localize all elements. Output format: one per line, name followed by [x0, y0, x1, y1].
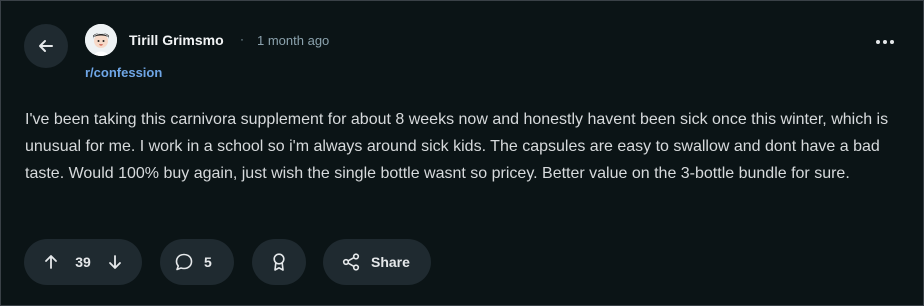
meta-separator: · — [240, 32, 244, 46]
speech-bubble-icon — [174, 252, 194, 272]
share-icon — [341, 252, 361, 272]
arrow-down-icon[interactable] — [106, 253, 124, 271]
arrow-left-icon — [37, 37, 55, 55]
more-options-button[interactable] — [867, 28, 903, 56]
share-button[interactable]: Share — [323, 239, 431, 285]
arrow-up-icon[interactable] — [42, 253, 60, 271]
avatar[interactable] — [85, 24, 117, 56]
post-body: I've been taking this carnivora suppleme… — [25, 111, 889, 182]
avatar-image — [85, 24, 117, 56]
comment-count: 5 — [204, 254, 212, 270]
award-ribbon-icon — [270, 252, 288, 272]
award-button[interactable] — [252, 239, 306, 285]
author-name[interactable]: Tirill Grimsmo — [129, 32, 224, 48]
post-frame: Tirill Grimsmo · 1 month ago r/confessio… — [0, 0, 924, 306]
subreddit-link[interactable]: r/confession — [85, 65, 162, 80]
vote-count: 39 — [75, 254, 91, 270]
comments-button[interactable]: 5 — [160, 239, 234, 285]
more-options-icon — [875, 39, 895, 45]
back-button[interactable] — [24, 24, 68, 68]
vote-bar: 39 — [24, 239, 142, 285]
post-timestamp: 1 month ago — [257, 33, 330, 48]
share-label: Share — [371, 254, 410, 270]
